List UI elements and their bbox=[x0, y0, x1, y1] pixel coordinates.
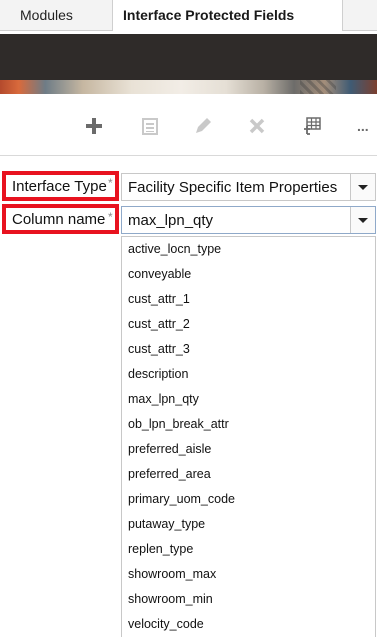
column-name-dropdown-list: active_locn_type conveyable cust_attr_1 cus… bbox=[121, 236, 376, 637]
dropdown-option[interactable]: showroom_max bbox=[122, 562, 375, 587]
tab-modules[interactable]: Modules bbox=[0, 0, 113, 30]
header-banner bbox=[0, 34, 377, 80]
copy-icon[interactable] bbox=[140, 116, 160, 136]
dropdown-option[interactable]: primary_uom_code bbox=[122, 487, 375, 512]
dropdown-option[interactable]: active_locn_type bbox=[122, 237, 375, 262]
banner-image bbox=[0, 80, 377, 94]
interface-type-value: Facility Specific Item Properties bbox=[128, 179, 338, 196]
dropdown-option[interactable]: cust_attr_3 bbox=[122, 337, 375, 362]
tab-interface-protected-fields[interactable]: Interface Protected Fields bbox=[113, 0, 343, 31]
column-name-select[interactable]: max_lpn_qty bbox=[121, 206, 376, 234]
dropdown-option[interactable]: showroom_min bbox=[122, 587, 375, 612]
dropdown-option[interactable]: putaway_type bbox=[122, 512, 375, 537]
dropdown-option[interactable]: cust_attr_2 bbox=[122, 312, 375, 337]
dropdown-option[interactable]: preferred_aisle bbox=[122, 437, 375, 462]
tab-strip: Modules Interface Protected Fields bbox=[0, 0, 377, 31]
toolbar: ... bbox=[0, 96, 377, 156]
delete-icon[interactable] bbox=[247, 116, 267, 136]
dropdown-option[interactable]: max_lpn_qty bbox=[122, 387, 375, 412]
dropdown-option[interactable]: conveyable bbox=[122, 262, 375, 287]
required-mark: * bbox=[108, 176, 113, 190]
dropdown-option[interactable]: velocity_code bbox=[122, 612, 375, 637]
dropdown-option[interactable]: preferred_area bbox=[122, 462, 375, 487]
column-name-label: Column name bbox=[12, 211, 106, 228]
more-icon[interactable]: ... bbox=[357, 116, 375, 136]
interface-type-label-highlight: Interface Type bbox=[2, 171, 119, 201]
add-icon[interactable] bbox=[84, 116, 104, 136]
chevron-down-icon[interactable] bbox=[350, 174, 375, 200]
dropdown-option[interactable]: ob_lpn_break_attr bbox=[122, 412, 375, 437]
chevron-down-icon[interactable] bbox=[350, 207, 375, 233]
column-name-value: max_lpn_qty bbox=[128, 212, 214, 229]
column-name-label-highlight: Column name bbox=[2, 204, 119, 234]
dropdown-option[interactable]: cust_attr_1 bbox=[122, 287, 375, 312]
edit-icon[interactable] bbox=[193, 116, 213, 136]
dropdown-option[interactable]: description bbox=[122, 362, 375, 387]
required-mark: * bbox=[108, 210, 113, 224]
interface-type-label: Interface Type bbox=[12, 178, 107, 195]
interface-type-select[interactable]: Facility Specific Item Properties bbox=[121, 173, 376, 201]
dropdown-option[interactable]: replen_type bbox=[122, 537, 375, 562]
grid-settings-icon[interactable] bbox=[302, 116, 322, 136]
